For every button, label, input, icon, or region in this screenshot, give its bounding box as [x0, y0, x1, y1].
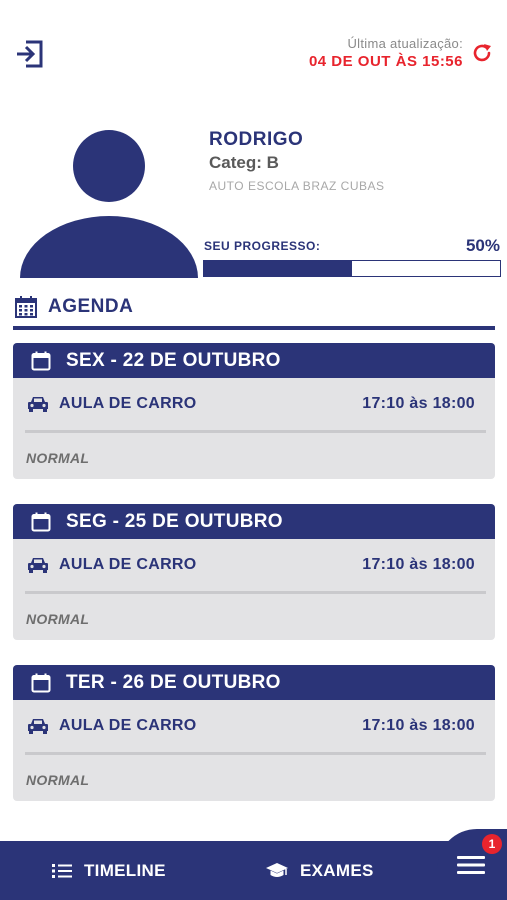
- agenda-card[interactable]: TER - 26 DE OUTUBRO AULA DE CARRO 17:10 …: [13, 665, 495, 801]
- agenda-card-divider: [25, 430, 486, 433]
- agenda-card-lesson-row: AULA DE CARRO 17:10 às 18:00: [13, 539, 495, 591]
- agenda-card-lesson: AULA DE CARRO: [59, 395, 197, 412]
- hamburger-menu-icon: [457, 856, 485, 874]
- bottom-nav: TIMELINE EXAMES: [0, 841, 507, 900]
- agenda-card-lesson: AULA DE CARRO: [59, 717, 197, 734]
- agenda-card-date: TER - 26 DE OUTUBRO: [66, 671, 281, 693]
- car-icon: [28, 397, 48, 412]
- car-icon: [28, 719, 48, 734]
- progress-label: SEU PROGRESSO:: [204, 239, 321, 253]
- progress-value: 50%: [465, 236, 500, 255]
- progress-fill: [204, 261, 352, 276]
- list-icon: [52, 863, 72, 878]
- agenda-card-status: NORMAL: [26, 772, 90, 788]
- agenda-card-lesson-row: AULA DE CARRO 17:10 às 18:00: [13, 700, 495, 752]
- nav-exams[interactable]: EXAMES: [266, 841, 374, 900]
- agenda-card-header[interactable]: SEX - 22 DE OUTUBRO: [13, 343, 495, 378]
- agenda-title: AGENDA: [48, 296, 134, 317]
- agenda-card-time: 17:10 às 18:00: [362, 395, 475, 412]
- notification-badge: 1: [482, 834, 502, 854]
- car-icon: [28, 558, 48, 573]
- last-update-value: 04 DE OUT ÀS 15:56: [308, 53, 463, 70]
- calendar-icon: [15, 296, 37, 318]
- nav-timeline-label: TIMELINE: [84, 860, 166, 880]
- agenda-card-date: SEG - 25 DE OUTUBRO: [66, 510, 283, 532]
- agenda-card-header[interactable]: TER - 26 DE OUTUBRO: [13, 665, 495, 700]
- nav-exams-label: EXAMES: [300, 860, 374, 880]
- agenda-card[interactable]: SEG - 25 DE OUTUBRO AULA DE CARRO 17:10 …: [13, 504, 495, 640]
- agenda-divider: [13, 326, 495, 330]
- agenda-card-header[interactable]: SEG - 25 DE OUTUBRO: [13, 504, 495, 539]
- agenda-card-lesson-row: AULA DE CARRO 17:10 às 18:00: [13, 378, 495, 430]
- calendar-icon: [31, 673, 51, 692]
- logout-button[interactable]: [14, 38, 46, 70]
- agenda-card-status: NORMAL: [26, 450, 90, 466]
- calendar-icon: [31, 512, 51, 531]
- agenda-card-time: 17:10 às 18:00: [362, 556, 475, 573]
- refresh-button[interactable]: [471, 42, 493, 64]
- logout-icon: [17, 40, 43, 68]
- profile-name: RODRIGO: [209, 129, 304, 150]
- agenda-card-divider: [25, 591, 486, 594]
- agenda-card-time: 17:10 às 18:00: [362, 717, 475, 734]
- nav-timeline[interactable]: TIMELINE: [52, 841, 166, 900]
- graduation-cap-icon: [266, 862, 288, 877]
- agenda-card-lesson: AULA DE CARRO: [59, 556, 197, 573]
- profile-category: Categ: B: [209, 153, 279, 172]
- refresh-icon: [473, 44, 491, 62]
- calendar-icon: [31, 351, 51, 370]
- agenda-card-date: SEX - 22 DE OUTUBRO: [66, 349, 281, 371]
- profile-school: AUTO ESCOLA BRAZ CUBAS: [209, 179, 385, 193]
- last-update-label: Última atualização:: [347, 36, 463, 51]
- avatar: [20, 130, 198, 278]
- agenda-header: AGENDA: [14, 295, 133, 319]
- profile-info: RODRIGO Categ: B AUTO ESCOLA BRAZ CUBAS: [209, 129, 385, 193]
- last-update: Última atualização: 04 DE OUT ÀS 15:56: [309, 36, 493, 70]
- progress-bar: [203, 260, 501, 277]
- agenda-card-divider: [25, 752, 486, 755]
- agenda-card[interactable]: SEX - 22 DE OUTUBRO AULA DE CARRO 17:10 …: [13, 343, 495, 479]
- agenda-card-status: NORMAL: [26, 611, 90, 627]
- avatar-icon: [20, 130, 198, 278]
